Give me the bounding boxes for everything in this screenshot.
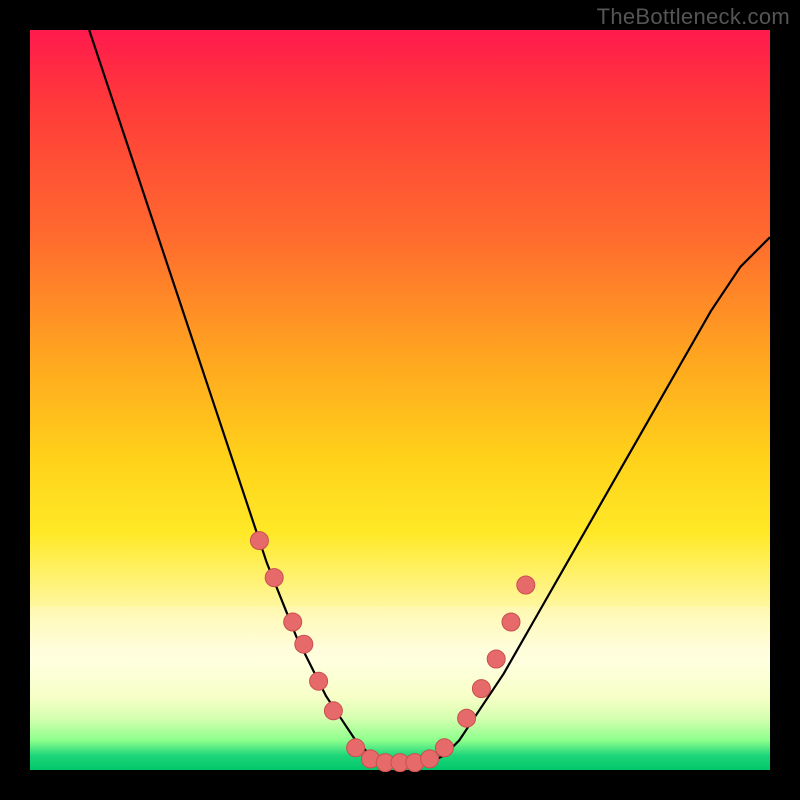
light-band: [30, 607, 770, 651]
app-frame: TheBottleneck.com: [0, 0, 800, 800]
watermark-text: TheBottleneck.com: [597, 4, 790, 30]
plot-area: [30, 30, 770, 770]
